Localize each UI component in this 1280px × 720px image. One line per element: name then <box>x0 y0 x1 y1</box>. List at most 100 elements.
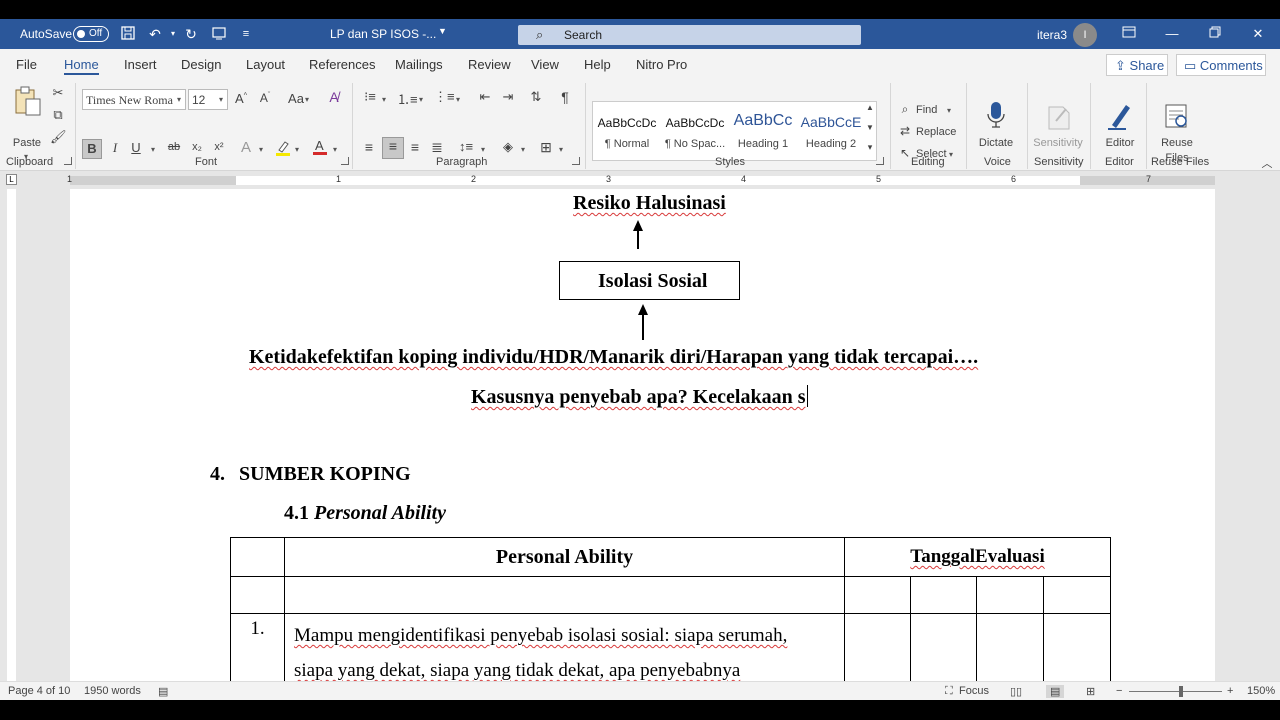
italic-icon[interactable]: I <box>108 140 122 156</box>
autosave-toggle[interactable]: Off <box>73 26 109 42</box>
font-size-dropdown-icon[interactable]: ▾ <box>219 95 223 104</box>
font-launcher-icon[interactable] <box>341 157 349 165</box>
search-box[interactable]: ⌕ Search <box>518 25 861 45</box>
zoom-level[interactable]: 150% <box>1247 685 1275 697</box>
tab-file[interactable]: File <box>16 57 37 72</box>
align-center-icon[interactable]: ≡ <box>382 137 404 159</box>
bold-icon[interactable]: B <box>82 139 102 159</box>
header-tanggal-evaluasi[interactable]: TanggalEvaluasi <box>844 537 1111 577</box>
title-dropdown-icon[interactable]: ▼ <box>438 26 447 36</box>
table-cell[interactable] <box>284 576 845 614</box>
find-label[interactable]: Find <box>916 104 937 116</box>
strikethrough-icon[interactable]: ab <box>164 141 184 153</box>
zoom-out-icon[interactable]: − <box>1116 685 1122 697</box>
multilevel-dropdown-icon[interactable]: ▾ <box>456 95 460 104</box>
focus-label[interactable]: Focus <box>959 685 989 697</box>
text-effects-dropdown-icon[interactable]: ▾ <box>259 145 263 154</box>
page-count[interactable]: Page 4 of 10 <box>8 685 70 697</box>
microphone-icon[interactable] <box>984 101 1008 135</box>
select-dropdown-icon[interactable]: ▾ <box>949 150 953 159</box>
numbering-icon[interactable]: ⒈≡ <box>397 89 418 108</box>
tab-review[interactable]: Review <box>468 57 511 72</box>
tab-home[interactable]: Home <box>64 57 99 72</box>
change-case-dropdown-icon[interactable]: ▾ <box>305 95 309 104</box>
print-layout-icon[interactable]: ▤ <box>1046 685 1065 698</box>
user-name[interactable]: itera3 <box>1037 28 1067 42</box>
underline-dropdown-icon[interactable]: ▾ <box>151 145 155 154</box>
minimize-icon[interactable]: — <box>1162 24 1182 44</box>
borders-dropdown-icon[interactable]: ▾ <box>559 145 563 154</box>
numbering-dropdown-icon[interactable]: ▾ <box>419 95 423 104</box>
tab-design[interactable]: Design <box>181 57 221 72</box>
sort-icon[interactable]: ⇅ <box>527 89 545 105</box>
style-normal[interactable]: AaBbCcDc ¶ Normal <box>593 102 661 160</box>
align-left-icon[interactable]: ≡ <box>361 139 377 155</box>
sensitivity-icon[interactable] <box>1046 101 1072 135</box>
focus-icon[interactable]: ⛶ <box>945 685 953 698</box>
font-color-icon[interactable]: A <box>311 137 329 161</box>
collapse-ribbon-icon[interactable]: ︿ <box>1260 155 1274 171</box>
tab-help[interactable]: Help <box>584 57 611 72</box>
subscript-icon[interactable]: x₂ <box>189 141 205 153</box>
paste-icon[interactable] <box>10 85 44 121</box>
bullets-icon[interactable]: ⁝≡ <box>361 89 379 105</box>
borders-icon[interactable]: ⊞ <box>537 139 555 156</box>
increase-indent-icon[interactable]: ⇥ <box>499 89 517 105</box>
paragraph-launcher-icon[interactable] <box>572 157 580 165</box>
save-icon[interactable] <box>119 25 137 43</box>
editor-button-label[interactable]: Editor <box>1098 137 1142 149</box>
font-name-dropdown-icon[interactable]: ▾ <box>177 95 181 104</box>
tab-references[interactable]: References <box>309 57 375 72</box>
customize-qat-icon[interactable]: ≡ <box>237 25 255 43</box>
table-cell[interactable] <box>844 576 911 614</box>
table-cell[interactable] <box>976 576 1044 614</box>
zoom-slider[interactable] <box>1129 691 1222 692</box>
document-title[interactable]: LP dan SP ISOS -... <box>330 27 436 41</box>
editor-icon[interactable] <box>1106 101 1134 135</box>
style-heading-1[interactable]: AaBbCc Heading 1 <box>729 102 797 160</box>
dictate-label[interactable]: Dictate <box>974 137 1018 149</box>
zoom-slider-thumb[interactable] <box>1179 686 1183 697</box>
table-cell[interactable] <box>844 613 911 681</box>
paste-label[interactable]: Paste <box>12 137 42 149</box>
style-no-spacing[interactable]: AaBbCcDc ¶ No Spac... <box>661 102 729 160</box>
read-mode-icon[interactable]: ▯▯ <box>1010 685 1022 698</box>
zoom-in-icon[interactable]: + <box>1227 685 1233 697</box>
ribbon-display-options-icon[interactable] <box>1119 24 1139 44</box>
horizontal-ruler[interactable]: 1 1 2 3 4 5 6 7 <box>67 174 1215 185</box>
close-icon[interactable]: ✕ <box>1248 24 1268 44</box>
reuse-files-icon[interactable] <box>1163 101 1191 135</box>
highlight-icon[interactable] <box>274 139 292 160</box>
grow-font-icon[interactable]: A^ <box>232 91 250 106</box>
tab-nitro-pro[interactable]: Nitro Pro <box>636 57 687 72</box>
table-cell[interactable] <box>1043 576 1111 614</box>
select-icon[interactable]: ↖ <box>898 146 912 160</box>
tab-selector-icon[interactable]: L <box>6 174 17 185</box>
row-description[interactable]: Mampu mengidentifikasi penyebab isolasi … <box>284 613 845 681</box>
find-icon[interactable]: ⌕ <box>898 102 912 117</box>
copy-icon[interactable]: ⧉ <box>50 107 66 123</box>
reuse-label-line1[interactable]: Reuse <box>1155 137 1199 149</box>
shrink-font-icon[interactable]: Aˇ <box>256 91 274 105</box>
font-color-dropdown-icon[interactable]: ▾ <box>333 145 337 154</box>
tab-mailings[interactable]: Mailings <box>395 57 443 72</box>
comments-button[interactable]: ▭ Comments <box>1176 54 1266 76</box>
undo-dropdown-icon[interactable]: ▾ <box>164 25 182 43</box>
replace-icon[interactable]: ⇄ <box>898 124 912 138</box>
justify-icon[interactable]: ≣ <box>429 139 445 156</box>
header-personal-ability[interactable]: Personal Ability <box>284 537 845 577</box>
styles-scroll-up-icon[interactable]: ▲ <box>864 103 876 112</box>
clear-formatting-icon[interactable]: A̸ <box>324 89 344 105</box>
shading-icon[interactable]: ◈ <box>499 139 517 155</box>
bullets-dropdown-icon[interactable]: ▾ <box>382 95 386 104</box>
cut-icon[interactable]: ✂ <box>50 85 66 101</box>
text-effects-icon[interactable]: A <box>238 139 254 156</box>
clipboard-launcher-icon[interactable] <box>64 157 72 165</box>
touch-mode-icon[interactable] <box>210 25 228 43</box>
table-cell[interactable] <box>230 537 285 577</box>
line-spacing-dropdown-icon[interactable]: ▾ <box>481 145 485 154</box>
sensitivity-button-label[interactable]: Sensitivity <box>1030 137 1086 149</box>
row-number[interactable]: 1. <box>230 613 285 681</box>
style-heading-2[interactable]: AaBbCcE Heading 2 <box>797 102 865 160</box>
underline-icon[interactable]: U <box>129 140 143 155</box>
